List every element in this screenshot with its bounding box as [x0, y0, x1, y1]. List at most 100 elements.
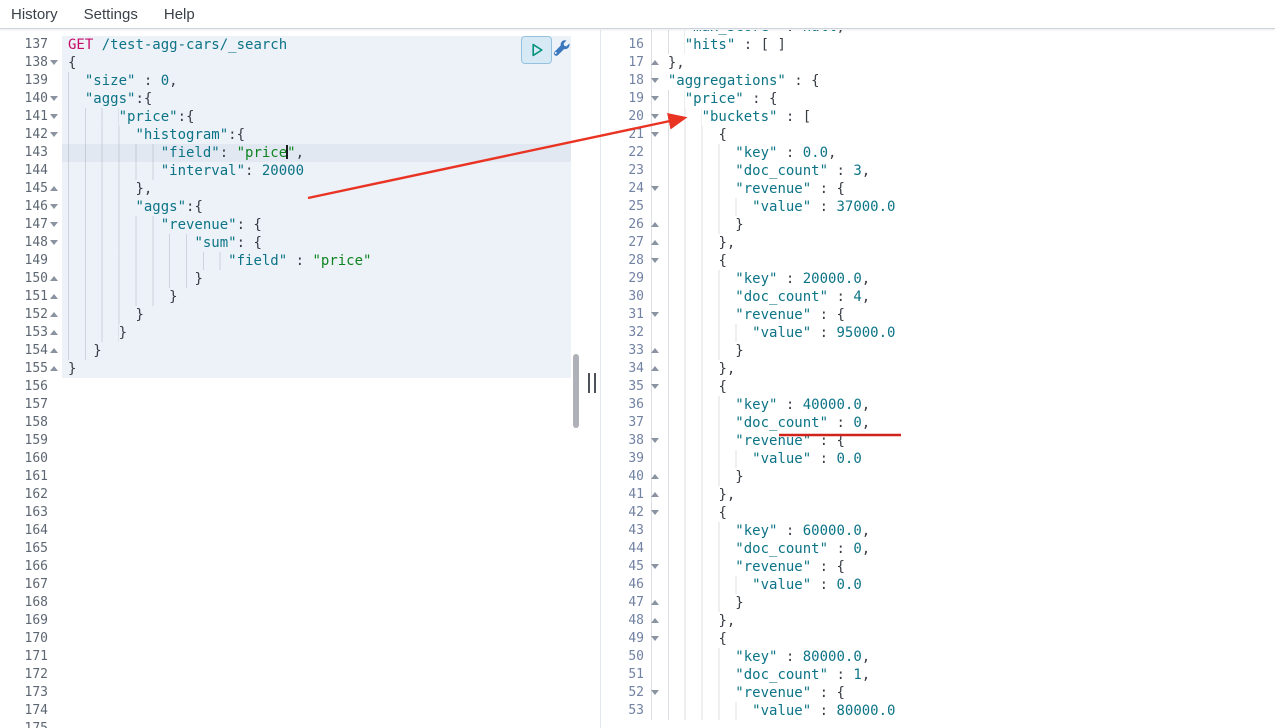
- fold-expand-icon[interactable]: [50, 186, 58, 191]
- code-text[interactable]: {: [62, 54, 571, 72]
- fold-collapse-icon[interactable]: [50, 96, 58, 101]
- fold-collapse-icon[interactable]: [651, 690, 659, 695]
- line-number: 32: [601, 324, 649, 342]
- code-line: 28 {: [601, 252, 1275, 270]
- fold-expand-icon[interactable]: [651, 240, 659, 245]
- fold-collapse-icon[interactable]: [651, 78, 659, 83]
- line-number: 49: [601, 630, 649, 648]
- code-line: 150 }: [0, 270, 583, 288]
- line-number: 33: [601, 342, 649, 360]
- code-text: }: [649, 342, 744, 360]
- request-editor-panel[interactable]: 137GET /test-agg-cars/_search138{139 "si…: [0, 30, 583, 728]
- line-number: 29: [601, 270, 649, 288]
- code-text[interactable]: "interval": 20000: [62, 162, 571, 180]
- code-text[interactable]: }: [62, 342, 571, 360]
- fold-collapse-icon[interactable]: [651, 258, 659, 263]
- fold-collapse-icon[interactable]: [651, 510, 659, 515]
- menu-item-history[interactable]: History: [11, 6, 58, 23]
- code-line: 156: [0, 378, 583, 396]
- code-text[interactable]: }: [62, 270, 571, 288]
- code-line: 158: [0, 414, 583, 432]
- fold-collapse-icon[interactable]: [651, 114, 659, 119]
- fold-expand-icon[interactable]: [50, 366, 58, 371]
- line-number: 172: [0, 666, 62, 684]
- fold-collapse-icon[interactable]: [651, 564, 659, 569]
- code-text[interactable]: },: [62, 180, 571, 198]
- menu-item-settings[interactable]: Settings: [84, 6, 138, 23]
- fold-collapse-icon[interactable]: [651, 96, 659, 101]
- fold-collapse-icon[interactable]: [50, 222, 58, 227]
- line-number: 52: [601, 684, 649, 702]
- fold-expand-icon[interactable]: [651, 618, 659, 623]
- fold-collapse-icon[interactable]: [651, 384, 659, 389]
- code-line: 173: [0, 684, 583, 702]
- code-text[interactable]: }: [62, 324, 571, 342]
- fold-expand-icon[interactable]: [651, 474, 659, 479]
- editor-scrollbar-thumb[interactable]: [573, 354, 579, 428]
- fold-expand-icon[interactable]: [651, 366, 659, 371]
- code-text: },: [649, 612, 735, 630]
- code-text[interactable]: "aggs":{: [62, 90, 571, 108]
- fold-collapse-icon[interactable]: [651, 312, 659, 317]
- fold-expand-icon[interactable]: [651, 600, 659, 605]
- code-text[interactable]: }: [62, 306, 571, 324]
- code-text[interactable]: }: [62, 360, 571, 378]
- splitter-handle-icon[interactable]: [588, 373, 596, 393]
- fold-collapse-icon[interactable]: [50, 240, 58, 245]
- code-text: {: [649, 378, 727, 396]
- code-line: 149 "field" : "price": [0, 252, 583, 270]
- code-text[interactable]: "sum": {: [62, 234, 571, 252]
- fold-expand-icon[interactable]: [50, 276, 58, 281]
- code-line: 171: [0, 648, 583, 666]
- fold-expand-icon[interactable]: [50, 330, 58, 335]
- code-line: 42 {: [601, 504, 1275, 522]
- code-text[interactable]: "revenue": {: [62, 216, 571, 234]
- code-line: 170: [0, 630, 583, 648]
- code-line: 147 "revenue": {: [0, 216, 583, 234]
- fold-expand-icon[interactable]: [50, 312, 58, 317]
- send-request-button[interactable]: [521, 36, 552, 64]
- line-number: 169: [0, 612, 62, 630]
- code-line: 138{: [0, 54, 583, 72]
- code-text[interactable]: GET /test-agg-cars/_search: [62, 36, 571, 54]
- fold-expand-icon[interactable]: [651, 492, 659, 497]
- fold-expand-icon[interactable]: [651, 60, 659, 65]
- code-text: "doc_count" : 0,: [649, 540, 870, 558]
- line-number: 38: [601, 432, 649, 450]
- response-output-panel[interactable]: 15 "max_score" : null,16 "hits" : [ ]17 …: [600, 30, 1275, 728]
- panel-splitter[interactable]: [583, 30, 600, 728]
- code-line: 43 "key" : 60000.0,: [601, 522, 1275, 540]
- fold-collapse-icon[interactable]: [651, 132, 659, 137]
- code-line: 140 "aggs":{: [0, 90, 583, 108]
- code-line: 166: [0, 558, 583, 576]
- request-options-button[interactable]: [551, 39, 570, 58]
- fold-expand-icon[interactable]: [50, 348, 58, 353]
- fold-expand-icon[interactable]: [651, 348, 659, 353]
- fold-expand-icon[interactable]: [651, 222, 659, 227]
- code-text[interactable]: "field" : "price": [62, 252, 571, 270]
- fold-collapse-icon[interactable]: [651, 636, 659, 641]
- line-number: 39: [601, 450, 649, 468]
- fold-collapse-icon[interactable]: [50, 60, 58, 65]
- code-line: 174: [0, 702, 583, 720]
- fold-collapse-icon[interactable]: [50, 132, 58, 137]
- fold-collapse-icon[interactable]: [651, 186, 659, 191]
- code-text: "key" : 20000.0,: [649, 270, 870, 288]
- code-line: 157: [0, 396, 583, 414]
- menu-item-help[interactable]: Help: [164, 6, 195, 23]
- code-text[interactable]: "histogram":{: [62, 126, 571, 144]
- code-text[interactable]: "size" : 0,: [62, 72, 571, 90]
- line-number: 37: [601, 414, 649, 432]
- fold-collapse-icon[interactable]: [651, 438, 659, 443]
- code-line: 32 "value" : 95000.0: [601, 324, 1275, 342]
- code-text: }: [649, 216, 744, 234]
- fold-expand-icon[interactable]: [50, 294, 58, 299]
- code-text: "key" : 60000.0,: [649, 522, 870, 540]
- code-text[interactable]: "field": "price",: [62, 144, 571, 162]
- line-number: 163: [0, 504, 62, 522]
- code-text[interactable]: "price":{: [62, 108, 571, 126]
- fold-collapse-icon[interactable]: [50, 114, 58, 119]
- code-text[interactable]: }: [62, 288, 571, 306]
- fold-collapse-icon[interactable]: [50, 204, 58, 209]
- code-text[interactable]: "aggs":{: [62, 198, 571, 216]
